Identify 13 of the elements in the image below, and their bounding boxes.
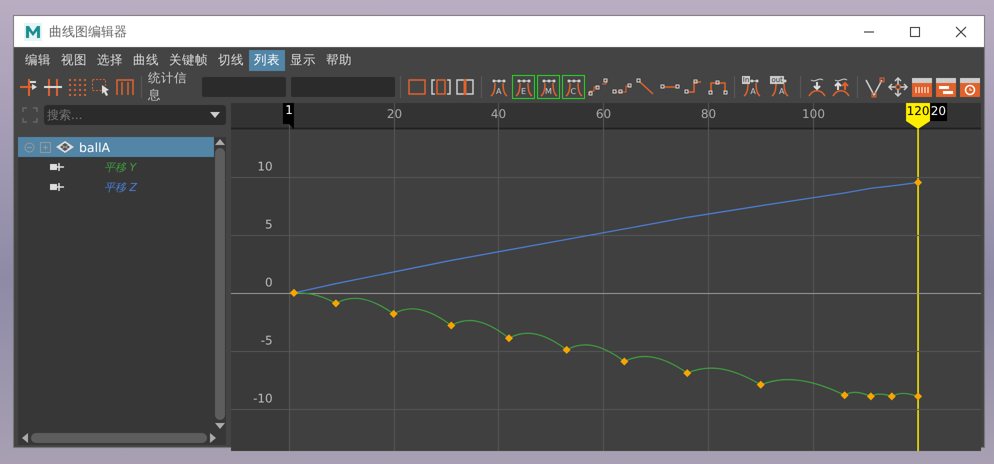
stats-label: 统计信息 [148,70,188,104]
ruler-label: 40 [490,107,506,121]
ruler-label: 80 [700,107,716,121]
axis-label: 10 [257,160,273,174]
window-title: 曲线图编辑器 [49,24,128,40]
axis-label: 5 [265,218,273,232]
end-frame-marker: 20 [930,103,948,121]
ruler-label: 60 [596,107,612,121]
axis-label: 0 [265,276,273,290]
ruler-label: 100 [802,107,825,121]
axis-label: -5 [260,334,273,348]
ruler-label: 20 [386,107,402,121]
axis-label: -10 [253,392,273,406]
